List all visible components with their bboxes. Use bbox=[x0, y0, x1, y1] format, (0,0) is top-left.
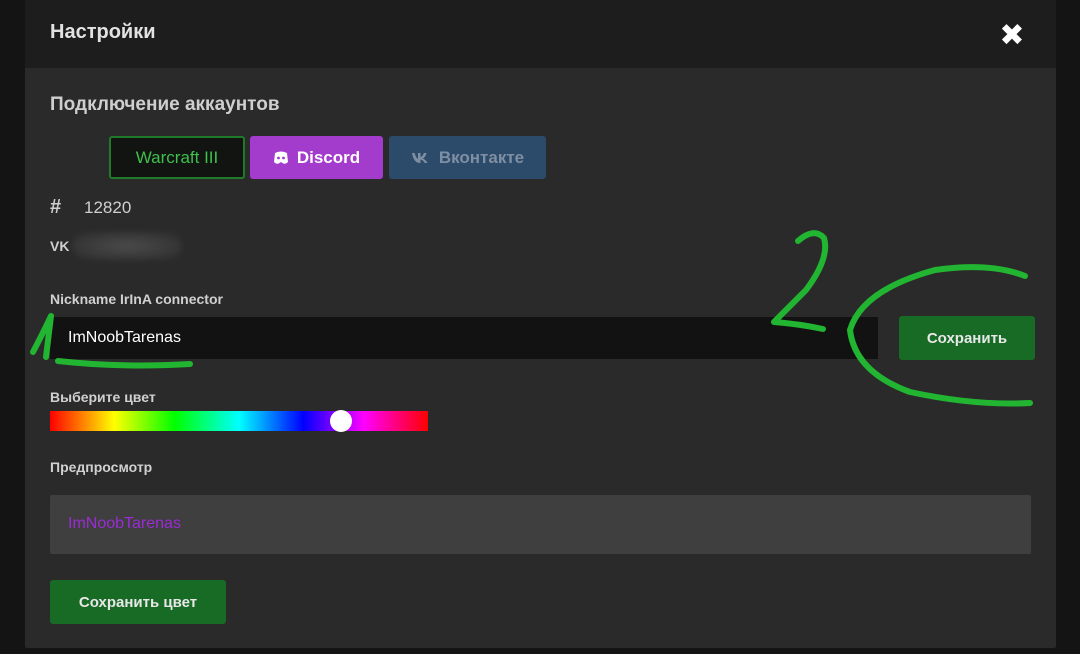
nickname-input[interactable] bbox=[50, 317, 878, 359]
blurred-vk-name bbox=[72, 232, 182, 260]
discord-button-label: Discord bbox=[296, 147, 361, 167]
modal-title: Настройки bbox=[50, 21, 156, 43]
vk-connect-button[interactable]: Вконтакте bbox=[389, 136, 546, 179]
nickname-label: Nickname IrInA connector bbox=[50, 291, 223, 307]
hash-icon: # bbox=[50, 196, 62, 218]
vk-small-icon: VK bbox=[50, 238, 70, 254]
vk-icon bbox=[411, 152, 431, 164]
discord-icon bbox=[273, 151, 289, 165]
account-id-value: 12820 bbox=[84, 197, 132, 217]
close-icon[interactable]: ✖ bbox=[998, 21, 1026, 51]
discord-connect-button[interactable]: Discord bbox=[250, 136, 383, 179]
preview-box: ImNoobTarenas bbox=[50, 495, 1031, 554]
color-slider[interactable] bbox=[50, 410, 428, 432]
save-color-button[interactable]: Сохранить цвет bbox=[50, 580, 226, 624]
account-id-row: # 12820 bbox=[50, 196, 131, 219]
slider-thumb[interactable] bbox=[330, 410, 353, 432]
vk-button-label: Вконтакте bbox=[438, 147, 525, 167]
vk-account-row: VK bbox=[50, 232, 182, 260]
modal-header: Настройки ✖ bbox=[25, 0, 1056, 68]
save-nickname-button[interactable]: Сохранить bbox=[899, 316, 1035, 360]
preview-label: Предпросмотр bbox=[50, 459, 153, 475]
warcraft-connect-button[interactable]: Warcraft III bbox=[109, 136, 245, 179]
preview-nickname: ImNoobTarenas bbox=[68, 515, 181, 532]
warcraft-button-label: Warcraft III bbox=[135, 147, 219, 167]
accounts-section-title: Подключение аккаунтов bbox=[50, 94, 280, 115]
color-label: Выберите цвет bbox=[50, 389, 156, 405]
settings-modal: Настройки ✖ Подключение аккаунтов Warcra… bbox=[25, 0, 1056, 648]
